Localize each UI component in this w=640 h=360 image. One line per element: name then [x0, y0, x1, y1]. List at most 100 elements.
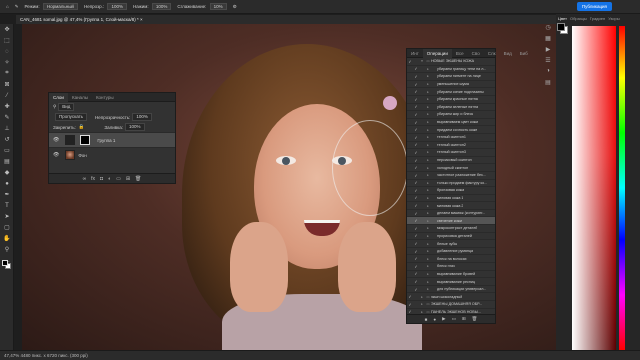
history-icon[interactable]: ◷ — [541, 24, 555, 35]
actions-icon[interactable]: ▶ — [541, 46, 555, 57]
frame-tool-icon[interactable]: ⊠ — [0, 79, 14, 90]
action-item[interactable]: ✓ ▸ блеск на волосах — [407, 255, 495, 264]
checkmark-icon[interactable]: ✓ — [413, 180, 419, 185]
action-item[interactable]: ✓ ▸ матовая кожа 1 — [407, 195, 495, 203]
tab-layers[interactable]: Слои — [49, 92, 68, 102]
visibility-eye-icon[interactable]: 👁 — [53, 137, 59, 143]
checkmark-icon[interactable]: ✓ — [413, 203, 419, 208]
expand-chevron-icon[interactable]: ▸ — [425, 280, 431, 284]
action-item[interactable]: ✓ ▸ убираем синие подглазины — [407, 88, 495, 96]
action-item[interactable]: ✓ ▸ делаем макияж (контуринг... — [407, 210, 495, 218]
action-item[interactable]: ✓ ▾ ▭ НОВЫЕ ЭКШЕНЫ КОЖА — [407, 58, 495, 66]
checkmark-icon[interactable]: ✓ — [413, 112, 419, 117]
publish-button[interactable]: Публикация — [576, 2, 612, 11]
expand-chevron-icon[interactable]: ▸ — [425, 97, 431, 101]
foreground-color-swatch[interactable] — [2, 260, 8, 266]
checkmark-icon[interactable]: ✓ — [413, 256, 419, 261]
expand-chevron-icon[interactable]: ▸ — [425, 188, 431, 192]
flow-field[interactable]: 100% — [151, 3, 172, 10]
action-item[interactable]: ✓ ▸ только придаем фактуру ко... — [407, 180, 495, 188]
swatches-icon[interactable]: ▦ — [541, 35, 555, 46]
expand-chevron-icon[interactable]: ▸ — [425, 264, 431, 268]
action-item[interactable]: ✓ ▸ убираем жир и блеск — [407, 111, 495, 119]
brush-tool-icon[interactable]: ✎ — [0, 112, 14, 123]
checkmark-icon[interactable]: ✓ — [413, 120, 419, 125]
blur-tool-icon[interactable]: ◆ — [0, 167, 14, 178]
lasso-tool-icon[interactable]: ◌ — [0, 46, 14, 57]
action-item[interactable]: ✓ ▸ частотное разложение без... — [407, 172, 495, 180]
checkmark-icon[interactable]: ✓ — [413, 135, 419, 140]
action-item[interactable]: ✓ ▸ прорисовка деталей — [407, 233, 495, 241]
mode-select[interactable]: Нормальный — [42, 3, 78, 10]
checkmark-icon[interactable]: ✓ — [407, 294, 413, 299]
expand-chevron-icon[interactable]: ▸ — [425, 204, 431, 208]
tab-libraries[interactable]: Биб — [516, 49, 532, 58]
document-tab[interactable]: CAN_4681 somal.jpg @ 47,4% (Группа 1, Сл… — [20, 15, 149, 24]
checkmark-icon[interactable]: ✓ — [413, 264, 419, 269]
gradient-tool-icon[interactable]: ▤ — [0, 156, 14, 167]
crop-tool-icon[interactable]: ⌗ — [0, 68, 14, 79]
tab-properties[interactable]: Сво — [468, 49, 484, 58]
checkmark-icon[interactable]: ✓ — [413, 279, 419, 284]
action-item[interactable]: ✓ ▸ теплый скинтон3 — [407, 149, 495, 157]
smoothing-field[interactable]: 10% — [209, 3, 227, 10]
path-select-tool-icon[interactable]: ➤ — [0, 211, 14, 222]
expand-chevron-icon[interactable]: ▸ — [425, 166, 431, 170]
color-field[interactable] — [572, 26, 616, 350]
action-item[interactable]: ✓ ▸ холодный скинтон — [407, 164, 495, 172]
expand-chevron-icon[interactable]: ▸ — [425, 143, 431, 147]
checkmark-icon[interactable]: ✓ — [413, 158, 419, 163]
layer-row-group[interactable]: 👁 Группа 1 — [49, 132, 175, 147]
action-item[interactable]: ✓ ▸ теплый скинтон2 — [407, 142, 495, 150]
hue-slider[interactable] — [619, 26, 625, 350]
trash-icon[interactable]: 🗑 — [135, 176, 141, 182]
type-tool-icon[interactable]: T — [0, 200, 14, 211]
checkmark-icon[interactable]: ✓ — [413, 173, 419, 178]
action-item[interactable]: ✓ ▸ добавление румянца — [407, 248, 495, 256]
properties-icon[interactable]: ☰ — [541, 57, 555, 68]
checkmark-icon[interactable]: ✓ — [413, 287, 419, 292]
expand-chevron-icon[interactable]: ▸ — [425, 67, 431, 71]
action-item[interactable]: ✓ ▸ для публикации универсал... — [407, 286, 495, 294]
fx-icon[interactable]: fx — [91, 176, 95, 182]
history-brush-tool-icon[interactable]: ↺ — [0, 134, 14, 145]
tab-layers-comp[interactable]: Слк — [484, 49, 500, 58]
layer-opacity-field[interactable]: 100% — [132, 113, 152, 121]
tab-patterns[interactable]: Узоры — [608, 16, 619, 21]
pen-tool-icon[interactable]: ✒ — [0, 189, 14, 200]
healing-brush-tool-icon[interactable]: ✚ — [0, 101, 14, 112]
action-item[interactable]: ✓ ▸ убираем зеленые пятна — [407, 104, 495, 112]
close-icon[interactable]: × — [140, 17, 143, 22]
tab-view[interactable]: Вид — [500, 49, 516, 58]
expand-chevron-icon[interactable]: ▸ — [425, 150, 431, 154]
tab-gradients[interactable]: Градиен — [590, 16, 605, 21]
expand-chevron-icon[interactable]: ▸ — [425, 242, 431, 246]
checkmark-icon[interactable]: ✓ — [413, 142, 419, 147]
foreground-color-chip[interactable] — [557, 23, 565, 31]
photoshop-home-icon[interactable]: ⌂ — [6, 4, 9, 9]
checkmark-icon[interactable]: ✓ — [413, 271, 419, 276]
action-item[interactable]: ✓ ▸ белые зубы — [407, 240, 495, 248]
checkmark-icon[interactable]: ✓ — [413, 127, 419, 132]
trash-icon[interactable]: 🗑 — [472, 316, 478, 322]
expand-chevron-icon[interactable]: ▸ — [425, 74, 431, 78]
link-icon[interactable]: ∞ — [83, 176, 87, 182]
expand-chevron-icon[interactable]: ▸ — [425, 158, 431, 162]
play-icon[interactable]: ▶ — [442, 316, 445, 322]
action-item[interactable]: ✓ ▸ матовая кожа 2 — [407, 202, 495, 210]
tab-all[interactable]: Все — [452, 49, 468, 58]
tab-actions[interactable]: Операции — [422, 48, 452, 58]
stop-icon[interactable]: ■ — [425, 317, 428, 322]
document-canvas[interactable] — [22, 24, 582, 350]
action-item[interactable]: ✓ ▸ уменьшение шума — [407, 81, 495, 89]
expand-chevron-icon[interactable]: ▸ — [425, 181, 431, 185]
add-mask-icon[interactable]: ◘ — [100, 176, 103, 182]
tab-color[interactable]: Цвет — [558, 16, 567, 21]
layer-mask-thumbnail[interactable] — [80, 135, 91, 145]
expand-chevron-icon[interactable]: ▸ — [425, 249, 431, 253]
action-item[interactable]: ✓ ▸ убираем границу тени на л... — [407, 66, 495, 74]
tab-channels[interactable]: Каналы — [68, 93, 92, 102]
lock-icon[interactable]: 🔒 — [79, 124, 85, 130]
expand-chevron-icon[interactable]: ▸ — [425, 226, 431, 230]
action-item[interactable]: ✓ ▸ ▭ экшн шоколадный — [407, 293, 495, 301]
